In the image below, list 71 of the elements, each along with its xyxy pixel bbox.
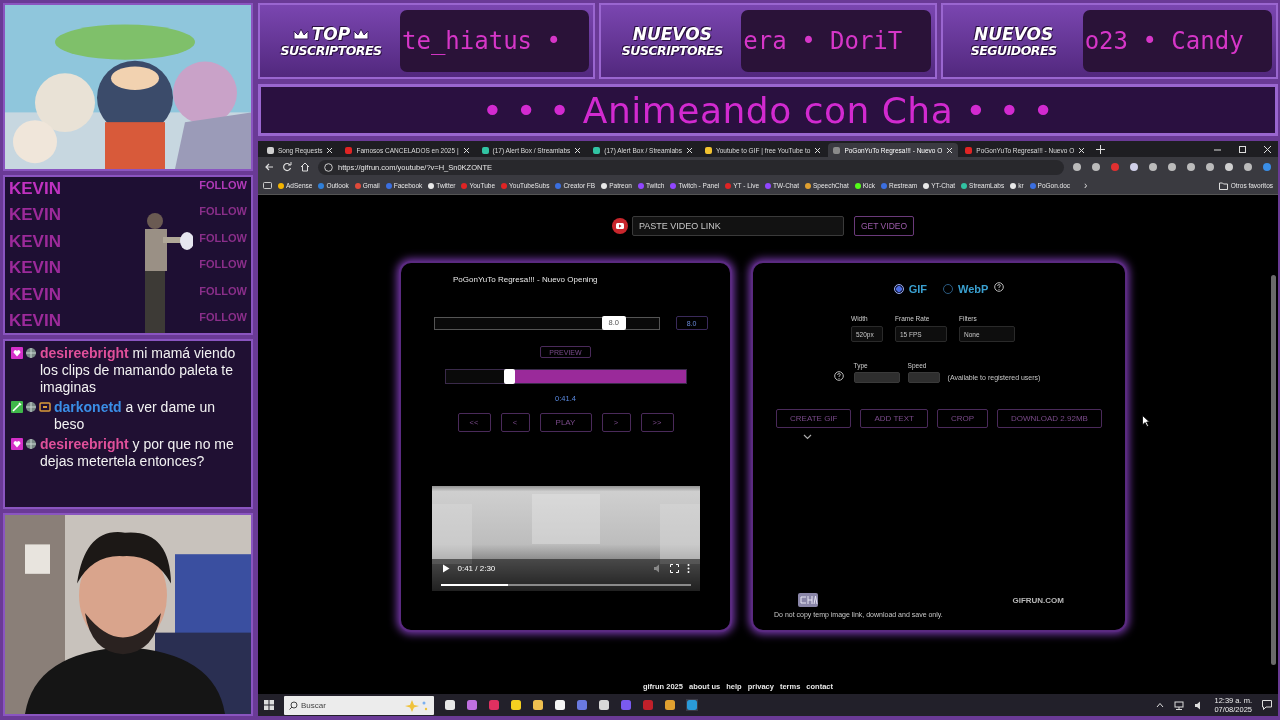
plus-icon[interactable] [1096, 145, 1106, 154]
follower-name: KEVIN [9, 310, 61, 331]
heart-badge-icon [11, 347, 23, 359]
follow-label: FOLLOW [199, 179, 247, 191]
back-icon[interactable] [264, 162, 274, 172]
sword-badge-icon [11, 401, 23, 413]
ticker-text: era • DoriT [742, 27, 903, 55]
format-radio[interactable]: GIF [893, 283, 927, 295]
close-icon[interactable] [946, 146, 954, 154]
ticker-subtitle: SUSCRIPTORES [621, 42, 723, 58]
video-time: 0:41 / 2:30 [457, 564, 496, 573]
tab-icon[interactable] [263, 181, 272, 190]
brand-name: GIFRUN.COM [1012, 595, 1064, 605]
home-icon[interactable] [300, 162, 310, 172]
ticker-title: NUEVOS [974, 24, 1054, 43]
follower-name: KEVIN [9, 205, 61, 226]
get-video-button[interactable]: GET VIDEO [853, 216, 915, 236]
help-icon[interactable] [994, 282, 1005, 292]
chat-message: desireebright y por que no me dejas metertela entonces? [40, 436, 235, 470]
globe-badge-icon [25, 347, 37, 359]
ticker-subtitle: SEGUIDORES [970, 42, 1057, 58]
slider-thumb[interactable] [504, 369, 516, 384]
crown-icon [353, 27, 370, 40]
follower-name: KEVIN [9, 284, 61, 305]
logo-icon [798, 593, 818, 607]
follow-label: FOLLOW [199, 231, 247, 244]
network-icon[interactable] [1174, 700, 1185, 710]
link-field[interactable]: PASTE VIDEO LINK [631, 216, 844, 236]
follower-name: KEVIN [9, 179, 61, 199]
format-radio[interactable]: WebP [943, 283, 989, 295]
search-icon [289, 700, 298, 710]
follower-name: KEVIN [9, 258, 61, 279]
follow-label: FOLLOW [199, 310, 247, 323]
more-bookmarks-button[interactable]: › [1084, 180, 1088, 191]
notification-icon[interactable] [1262, 700, 1272, 710]
ticker-title: TOP [311, 24, 351, 43]
close-icon[interactable] [1263, 145, 1272, 154]
video-icon [611, 218, 628, 234]
video-title: PoGonYuTo Regresa!!! - Nuevo Opening [453, 275, 598, 284]
box-badge-icon [39, 401, 51, 413]
close-icon[interactable] [462, 146, 470, 154]
close-icon[interactable] [814, 146, 822, 154]
close-icon[interactable] [1078, 146, 1086, 154]
follow-label: FOLLOW [199, 258, 247, 271]
maximize-icon[interactable] [1238, 145, 1247, 154]
cursor-icon [1142, 415, 1150, 427]
ticker-subtitle: SUSCRIPTORES [280, 42, 382, 58]
close-icon[interactable] [574, 146, 582, 154]
scrollbar[interactable] [1271, 275, 1276, 665]
follow-label: FOLLOW [199, 284, 247, 297]
close-icon[interactable] [685, 146, 693, 154]
heart-badge-icon [11, 438, 23, 450]
radio-button[interactable] [893, 284, 904, 294]
ticker-text: te_hiatus • [401, 27, 561, 55]
fullscreen-icon[interactable] [669, 564, 679, 573]
reload-icon[interactable] [282, 162, 292, 172]
follower-name: KEVIN [9, 231, 61, 252]
follow-label: FOLLOW [199, 205, 247, 218]
globe-badge-icon [25, 401, 37, 413]
start-slider[interactable] [444, 369, 687, 384]
search-field[interactable]: Buscar [284, 695, 434, 715]
banner-title: • • • Animeando con Cha • • • [481, 89, 1055, 131]
ticker-text: o23 • Candy [1083, 27, 1244, 55]
start-icon[interactable] [264, 700, 274, 710]
chevron-up-icon[interactable] [1156, 702, 1165, 708]
site-info-icon [324, 162, 333, 172]
globe-badge-icon [25, 438, 37, 450]
ticker-title: NUEVOS [632, 24, 712, 43]
chevron-down-icon[interactable] [803, 434, 812, 440]
help-icon[interactable] [833, 371, 844, 381]
close-icon[interactable] [326, 146, 334, 154]
